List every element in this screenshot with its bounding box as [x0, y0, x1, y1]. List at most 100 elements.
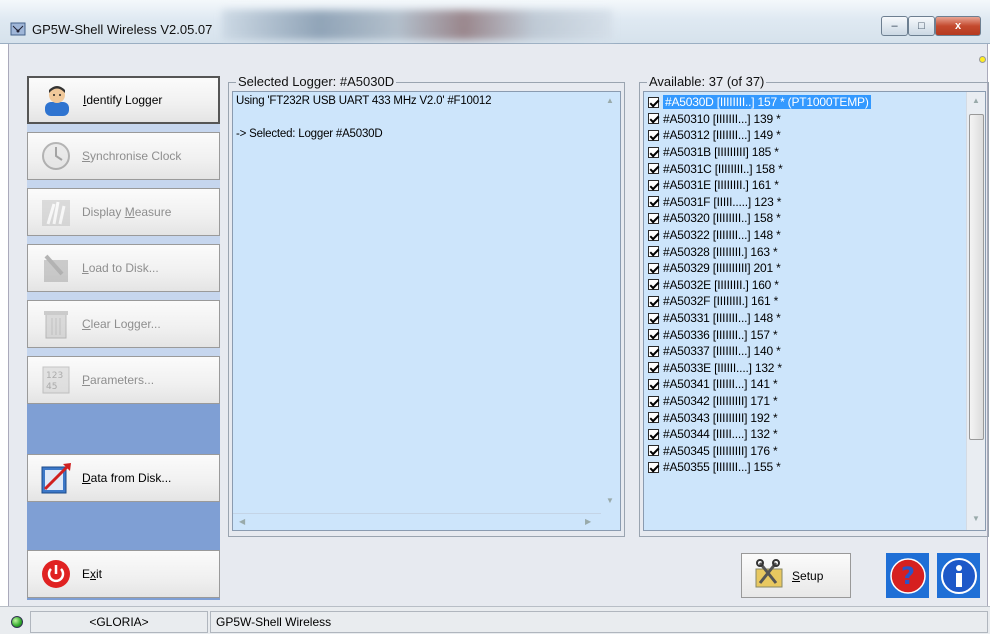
list-item[interactable]: #A5032E [IIIIIIII.] 160 * — [648, 277, 779, 294]
synchronise-clock-button[interactable]: Synchronise Clock — [27, 132, 220, 180]
help-question-icon: ? — [889, 557, 926, 594]
checkbox[interactable] — [648, 246, 659, 258]
list-item-label: #A50336 [IIIIIII..] 157 * — [663, 327, 778, 342]
checkbox[interactable] — [648, 345, 659, 357]
scrollbar-thumb[interactable] — [969, 114, 984, 440]
list-item[interactable]: #A5033E [IIIIII....] 132 * — [648, 360, 782, 377]
list-item[interactable]: #A50341 [IIIIII...] 141 * — [648, 376, 778, 393]
checkbox[interactable] — [648, 279, 659, 291]
list-item-label: #A50344 [IIIII....] 132 * — [663, 427, 778, 442]
list-item[interactable]: #A50345 [IIIIIIIII] 176 * — [648, 443, 778, 460]
checkbox[interactable] — [648, 445, 659, 457]
checkbox[interactable] — [648, 262, 659, 274]
list-item[interactable]: #A50329 [IIIIIIIIII] 201 * — [648, 260, 781, 277]
list-item[interactable]: #A50344 [IIIII....] 132 * — [648, 426, 778, 443]
available-loggers-title: Available: 37 (of 37) — [647, 74, 767, 89]
checkbox[interactable] — [648, 229, 659, 241]
clear-logger-button[interactable]: Clear Logger... — [27, 300, 220, 348]
list-item-label: #A50320 [IIIIIIII..] 158 * — [663, 211, 781, 226]
list-item[interactable]: #A50355 [IIIIIII...] 155 * — [648, 459, 781, 476]
svg-text:123: 123 — [46, 371, 63, 381]
scroll-right-arrow-icon[interactable]: ▶ — [585, 517, 591, 526]
list-item[interactable]: #A5032F [IIIIIIII.] 161 * — [648, 293, 778, 310]
log-line: -> Selected: Logger #A5030D — [236, 128, 383, 140]
identify-logger-button[interactable]: Identify Logger — [27, 76, 220, 124]
status-user: <GLORIA> — [30, 611, 208, 633]
display-measure-button[interactable]: Display Measure — [27, 188, 220, 236]
checkbox[interactable] — [648, 196, 659, 208]
list-item[interactable]: #A5031F [IIIII.....] 123 * — [648, 194, 781, 211]
maximize-button[interactable]: □ — [908, 16, 935, 36]
checkbox[interactable] — [648, 412, 659, 424]
list-item[interactable]: #A50328 [IIIIIIII.] 163 * — [648, 243, 778, 260]
parameters-button[interactable]: 123 45 Parameters... — [27, 356, 220, 404]
checkbox[interactable] — [648, 146, 659, 158]
checkbox[interactable] — [648, 428, 659, 440]
clear-logger-label: Clear Logger... — [82, 317, 161, 331]
separator — [27, 124, 220, 132]
list-item-label: #A5031F [IIIII.....] 123 * — [663, 194, 782, 209]
status-bar: <GLORIA> GP5W-Shell Wireless — [0, 606, 990, 634]
checkbox[interactable] — [648, 295, 659, 307]
list-item[interactable]: #A5031E [IIIIIIII.] 161 * — [648, 177, 779, 194]
list-item-label: #A5032F [IIIIIIII.] 161 * — [663, 294, 779, 309]
list-item[interactable]: #A50336 [IIIIIII..] 157 * — [648, 326, 778, 343]
list-item-label: #A5032E [IIIIIIII.] 160 * — [663, 277, 779, 292]
log-horizontal-scrollbar[interactable]: ◀ ▶ — [233, 513, 601, 530]
scroll-left-arrow-icon[interactable]: ◀ — [239, 517, 245, 526]
log-output[interactable]: Using 'FT232R USB UART 433 MHz V2.0' #F1… — [232, 91, 621, 531]
scroll-up-arrow-icon[interactable]: ▲ — [606, 96, 614, 105]
list-item[interactable]: #A50322 [IIIIIII...] 148 * — [648, 227, 781, 244]
checkbox[interactable] — [648, 329, 659, 341]
checkbox[interactable] — [648, 212, 659, 224]
available-loggers-list[interactable]: #A5030D [IIIIIIII..] 157 * (PT1000TEMP) #… — [643, 91, 986, 531]
info-icon — [940, 557, 977, 594]
load-to-disk-button[interactable]: Load to Disk... — [27, 244, 220, 292]
connection-led-icon — [11, 616, 23, 628]
list-item-label: #A5030D [IIIIIIII..] 157 * (PT1000TEMP) — [663, 95, 871, 110]
log-vertical-scrollbar[interactable]: ▲ ▼ — [600, 92, 620, 514]
list-item-label: #A50341 [IIIIII...] 141 * — [663, 377, 778, 392]
tools-icon — [754, 559, 784, 592]
selected-logger-title: Selected Logger: #A5030D — [236, 74, 397, 89]
checkbox[interactable] — [648, 96, 659, 108]
help-button[interactable]: ? — [886, 553, 929, 598]
scroll-down-arrow-icon[interactable]: ▼ — [606, 496, 614, 505]
list-item[interactable]: #A50310 [IIIIIII...] 139 * — [648, 111, 781, 128]
checkbox[interactable] — [648, 163, 659, 175]
checkbox[interactable] — [648, 312, 659, 324]
exit-button[interactable]: Exit — [27, 550, 220, 598]
list-item-label: #A50310 [IIIIIII...] 139 * — [663, 111, 781, 126]
close-button[interactable]: x — [935, 16, 981, 36]
list-item[interactable]: #A5030D [IIIIIIII..] 157 * (PT1000TEMP) — [648, 94, 871, 111]
list-item[interactable]: #A5031B [IIIIIIIII] 185 * — [648, 144, 779, 161]
svg-text:?: ? — [901, 562, 915, 590]
data-from-disk-button[interactable]: Data from Disk... — [27, 454, 220, 502]
checkbox[interactable] — [648, 362, 659, 374]
scroll-up-arrow-icon[interactable]: ▲ — [972, 96, 980, 105]
list-item[interactable]: #A5031C [IIIIIIII..] 158 * — [648, 160, 783, 177]
status-indicator-dot — [979, 56, 986, 63]
checkbox[interactable] — [648, 461, 659, 473]
checkbox[interactable] — [648, 395, 659, 407]
separator — [27, 180, 220, 188]
setup-button[interactable]: Setup — [741, 553, 851, 598]
list-item[interactable]: #A50320 [IIIIIIII..] 158 * — [648, 210, 781, 227]
list-item[interactable]: #A50343 [IIIIIIIII] 192 * — [648, 409, 778, 426]
logger-list-scrollbar[interactable]: ▲ ▼ — [966, 92, 985, 530]
checkbox[interactable] — [648, 113, 659, 125]
list-item[interactable]: #A50331 [IIIIIII...] 148 * — [648, 310, 781, 327]
list-item[interactable]: #A50337 [IIIIIII...] 140 * — [648, 343, 781, 360]
checkbox[interactable] — [648, 129, 659, 141]
checkbox[interactable] — [648, 378, 659, 390]
minimize-button[interactable]: – — [881, 16, 908, 36]
list-item[interactable]: #A50312 [IIIIIII...] 149 * — [648, 127, 781, 144]
checkbox[interactable] — [648, 179, 659, 191]
scroll-down-arrow-icon[interactable]: ▼ — [972, 514, 980, 523]
title-bar: GP5W-Shell Wireless V2.05.07 – □ x — [0, 0, 990, 44]
app-icon — [10, 22, 26, 36]
list-item[interactable]: #A50342 [IIIIIIIII] 171 * — [648, 393, 778, 410]
info-button[interactable] — [937, 553, 980, 598]
svg-text:45: 45 — [46, 382, 57, 392]
list-item-label: #A50337 [IIIIIII...] 140 * — [663, 344, 781, 359]
